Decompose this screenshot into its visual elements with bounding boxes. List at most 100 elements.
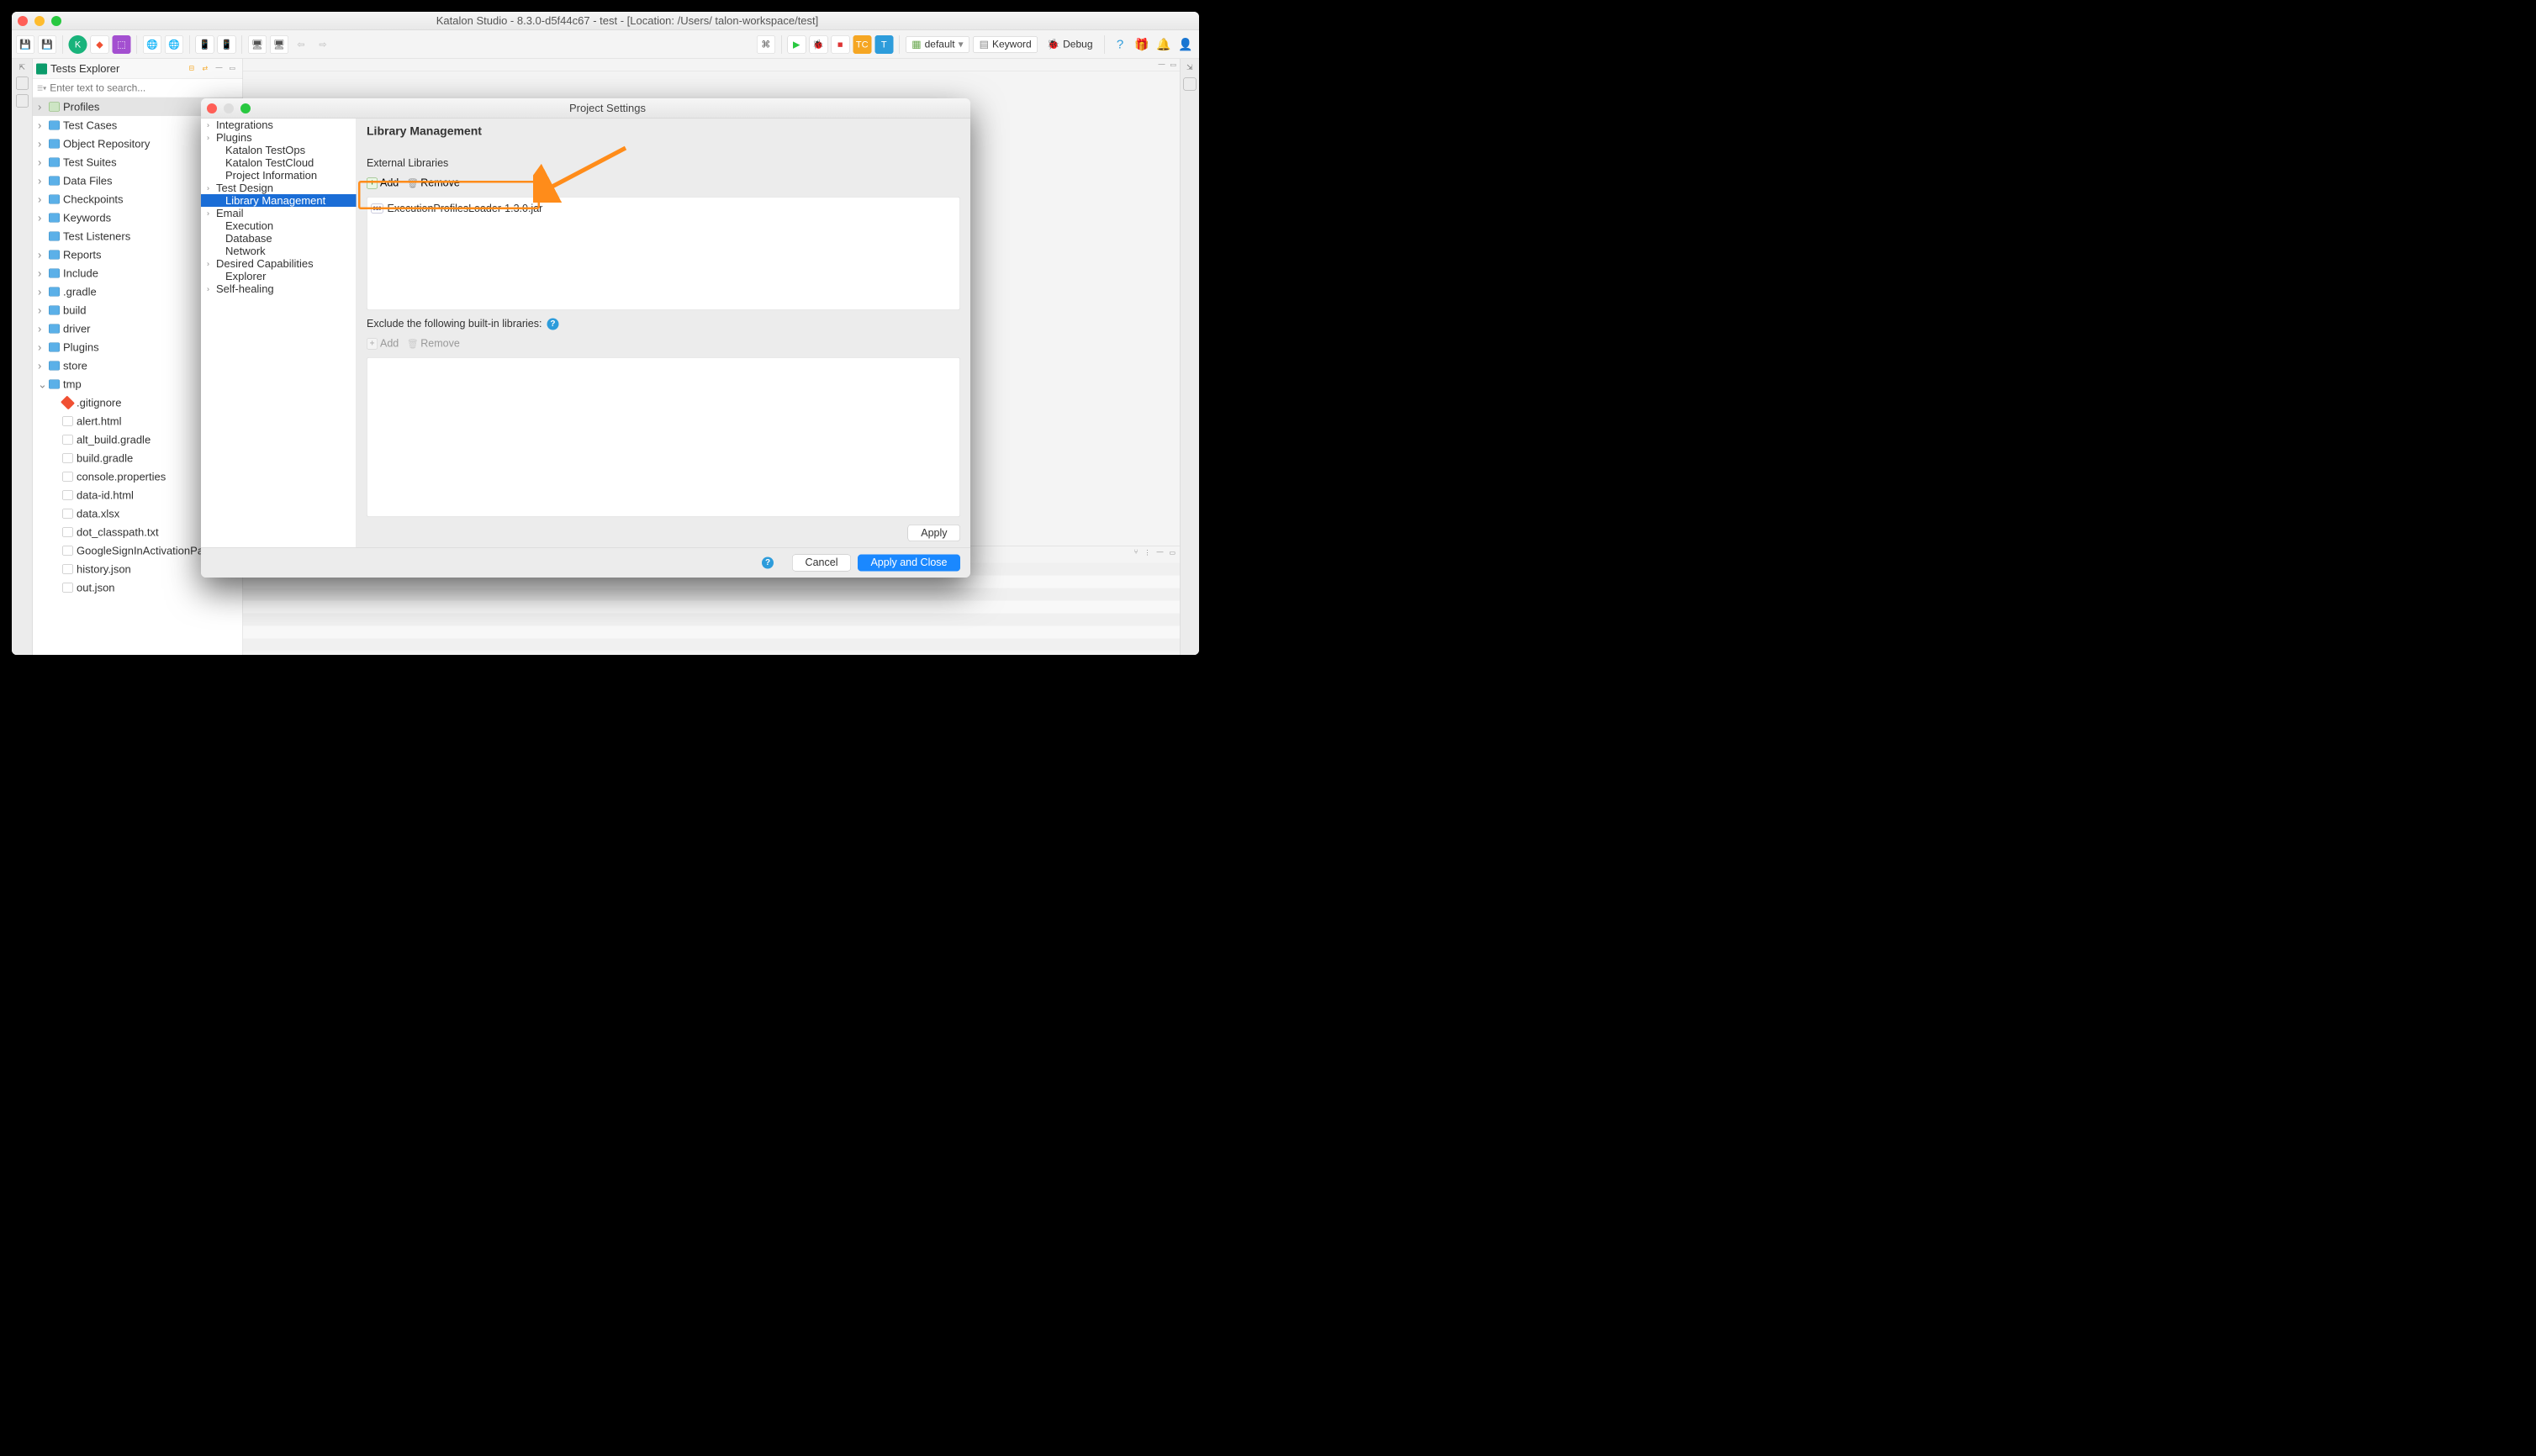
chevron-icon: › bbox=[38, 322, 45, 335]
editor-maximize-icon[interactable]: ▭ bbox=[1170, 61, 1176, 70]
debug-run-button[interactable]: 🐞 bbox=[809, 35, 827, 54]
forward-icon[interactable]: ⇨ bbox=[314, 35, 332, 54]
collapse-all-icon[interactable]: ⊟ bbox=[189, 64, 199, 74]
web-spy-icon[interactable]: 🌐 bbox=[165, 35, 183, 54]
mobile-spy-icon[interactable]: 📱 bbox=[218, 35, 236, 54]
apply-button[interactable]: Apply bbox=[908, 525, 960, 541]
rail-right-icon[interactable] bbox=[1183, 78, 1196, 91]
window-zoom-button[interactable] bbox=[51, 16, 61, 26]
run-button[interactable]: ▶ bbox=[787, 35, 806, 54]
settings-sidebar-item[interactable]: ›Desired Capabilities bbox=[201, 257, 357, 270]
settings-sidebar-item[interactable]: Execution bbox=[201, 219, 357, 232]
settings-sidebar-item[interactable]: Database bbox=[201, 232, 357, 245]
exclude-libs-list[interactable] bbox=[367, 357, 960, 517]
add-label: Add bbox=[380, 177, 399, 190]
chevron-icon: › bbox=[38, 248, 45, 261]
bug-icon: 🐞 bbox=[1047, 39, 1059, 51]
windows-record-icon[interactable]: 🖥 bbox=[248, 35, 267, 54]
right-rail: ⇲ bbox=[1180, 59, 1199, 655]
editor-minimize-icon[interactable]: — bbox=[1158, 61, 1165, 70]
windows-spy-icon[interactable]: 🖥 bbox=[270, 35, 288, 54]
chevron-icon: › bbox=[207, 120, 213, 129]
folder-icon bbox=[49, 380, 60, 389]
file-icon bbox=[62, 565, 73, 574]
dialog-zoom-button[interactable] bbox=[240, 103, 251, 113]
web-record-icon[interactable]: 🌐 bbox=[143, 35, 161, 54]
settings-icon[interactable]: ⋮ bbox=[1144, 549, 1150, 557]
katalon-icon[interactable]: K bbox=[69, 35, 87, 54]
titlebar: Katalon Studio - 8.3.0-d5f44c67 - test -… bbox=[12, 12, 1199, 30]
panel-minimize-icon[interactable]: — bbox=[1156, 549, 1163, 557]
apply-close-button[interactable]: Apply and Close bbox=[858, 554, 960, 571]
exclude-label: Exclude the following built-in libraries… bbox=[367, 318, 542, 330]
minimize-icon[interactable]: — bbox=[216, 64, 226, 74]
testcloud-icon[interactable]: T bbox=[874, 35, 893, 54]
rail-icon-2[interactable] bbox=[16, 95, 29, 108]
settings-sidebar-item[interactable]: ›Integrations bbox=[201, 119, 357, 131]
settings-sidebar-item[interactable]: Library Management bbox=[201, 194, 357, 207]
settings-sidebar-item[interactable]: Katalon TestCloud bbox=[201, 156, 357, 169]
window-close-button[interactable] bbox=[18, 16, 28, 26]
tree-item-label: Test Cases bbox=[63, 119, 117, 132]
settings-sidebar-item[interactable]: Explorer bbox=[201, 270, 357, 282]
search-input[interactable] bbox=[50, 82, 238, 94]
filter-icon[interactable]: ☰▾ bbox=[37, 84, 46, 92]
restore-icon[interactable]: ⇱ bbox=[18, 63, 25, 72]
cancel-button[interactable]: Cancel bbox=[792, 554, 851, 571]
exclude-help-icon[interactable]: ? bbox=[547, 318, 558, 330]
folder-icon bbox=[49, 140, 60, 149]
stop-button[interactable]: ■ bbox=[831, 35, 849, 54]
user-icon[interactable]: 👤 bbox=[1176, 35, 1195, 54]
folder-icon bbox=[49, 251, 60, 260]
mode-selector[interactable]: ▤ Keyword bbox=[973, 36, 1038, 53]
tree-item[interactable]: out.json bbox=[33, 578, 243, 597]
chevron-down-icon: ▾ bbox=[959, 39, 964, 51]
profile-icon bbox=[49, 103, 60, 112]
settings-sidebar-item[interactable]: Network bbox=[201, 245, 357, 257]
maximize-icon[interactable]: ▭ bbox=[230, 64, 240, 74]
settings-sidebar-item[interactable]: ›Email bbox=[201, 207, 357, 219]
restore-right-icon[interactable]: ⇲ bbox=[1186, 63, 1193, 72]
add-exclude-button: + Add bbox=[367, 338, 399, 351]
dialog-help-icon[interactable]: ? bbox=[762, 557, 774, 568]
jar-item[interactable]: 010 ExecutionProfilesLoader-1.3.0.jar bbox=[372, 202, 956, 216]
tree-item-label: driver bbox=[63, 322, 91, 335]
remove-external-button[interactable]: 🗑 Remove bbox=[407, 177, 460, 190]
back-icon[interactable]: ⇦ bbox=[292, 35, 310, 54]
filter-icon[interactable]: ⑂ bbox=[1134, 549, 1139, 557]
terminal-icon[interactable]: ⌘ bbox=[757, 35, 775, 54]
external-libs-list[interactable]: 010 ExecutionProfilesLoader-1.3.0.jar bbox=[367, 197, 960, 310]
add-external-button[interactable]: + Add bbox=[367, 177, 399, 190]
testops-icon[interactable]: TC bbox=[853, 35, 871, 54]
settings-sidebar-item[interactable]: ›Test Design bbox=[201, 182, 357, 194]
git-icon[interactable]: ◆ bbox=[91, 35, 109, 54]
file-icon bbox=[62, 454, 73, 463]
gift-icon[interactable]: 🎁 bbox=[1133, 35, 1151, 54]
tree-item-label: Keywords bbox=[63, 211, 111, 224]
settings-sidebar[interactable]: ›Integrations›PluginsKatalon TestOpsKata… bbox=[201, 119, 357, 547]
debug-selector[interactable]: 🐞 Debug bbox=[1041, 36, 1098, 53]
sidebar-item-label: Integrations bbox=[216, 119, 273, 131]
bell-icon[interactable]: 🔔 bbox=[1154, 35, 1173, 54]
rail-icon-1[interactable] bbox=[16, 77, 29, 90]
mobile-record-icon[interactable]: 📱 bbox=[196, 35, 214, 54]
profile-selector[interactable]: ▦ default ▾ bbox=[906, 36, 969, 53]
plugin-icon[interactable]: ⬚ bbox=[113, 35, 131, 54]
chevron-icon: › bbox=[38, 137, 45, 150]
main-toolbar: 💾 💾 K ◆ ⬚ 🌐 🌐 📱 📱 🖥 🖥 ⇦ ⇨ ⌘ ▶ 🐞 ■ TC T ▦… bbox=[12, 30, 1199, 59]
tree-item-label: store bbox=[63, 359, 87, 372]
settings-sidebar-item[interactable]: Project Information bbox=[201, 169, 357, 182]
settings-sidebar-item[interactable]: ›Plugins bbox=[201, 131, 357, 144]
save-all-button[interactable]: 💾 bbox=[38, 35, 56, 54]
dialog-close-button[interactable] bbox=[207, 103, 217, 113]
panel-maximize-icon[interactable]: ▭ bbox=[1169, 549, 1176, 557]
link-icon[interactable]: ⇄ bbox=[203, 64, 213, 74]
settings-sidebar-item[interactable]: Katalon TestOps bbox=[201, 144, 357, 156]
help-icon[interactable]: ? bbox=[1111, 35, 1129, 54]
save-button[interactable]: 💾 bbox=[16, 35, 34, 54]
sidebar-item-label: Execution bbox=[225, 219, 273, 233]
chevron-icon: › bbox=[38, 211, 45, 224]
settings-sidebar-item[interactable]: ›Self-healing bbox=[201, 282, 357, 295]
dialog-minimize-button bbox=[224, 103, 234, 113]
window-minimize-button[interactable] bbox=[34, 16, 45, 26]
